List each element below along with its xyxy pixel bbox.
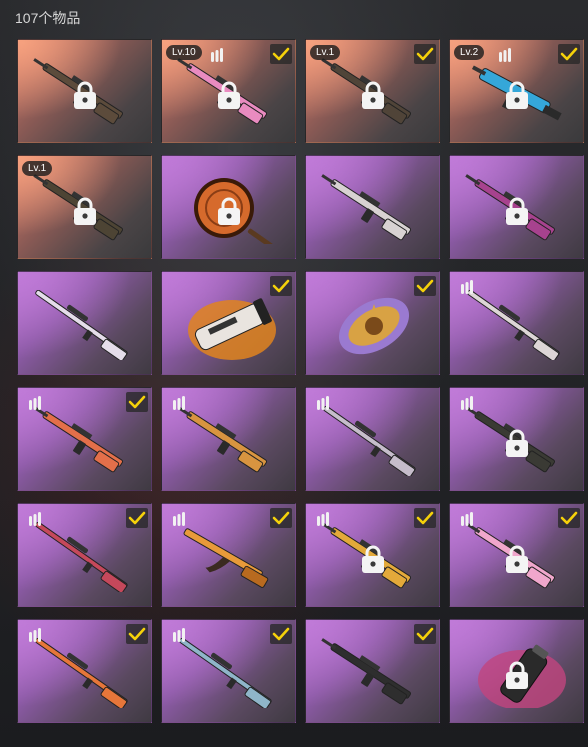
level-badge: Lv.2	[454, 45, 485, 60]
inventory-item[interactable]	[161, 271, 296, 375]
weapon-skin-image	[321, 638, 411, 705]
inventory-item[interactable]: Lv.1	[17, 155, 152, 259]
checkmark-icon[interactable]	[270, 624, 292, 644]
inventory-item[interactable]	[449, 155, 584, 259]
checkmark-icon[interactable]	[126, 624, 148, 644]
item-count-label: 107个物品	[15, 10, 81, 26]
weapon-skin-image	[179, 638, 272, 708]
weapon-skin-image	[35, 522, 128, 592]
lock-icon	[218, 81, 240, 109]
ammo-icon	[29, 396, 41, 410]
weapon-skin-image	[33, 406, 123, 473]
level-badge: Lv.1	[22, 161, 53, 176]
checkmark-icon[interactable]	[270, 44, 292, 64]
checkmark-icon[interactable]	[558, 508, 580, 528]
weapon-skin-image	[321, 174, 411, 241]
weapon-skin-image	[35, 290, 128, 360]
inventory-item[interactable]	[449, 503, 584, 607]
weapon-skin-image	[188, 298, 276, 360]
inventory-item[interactable]: Lv.10	[161, 39, 296, 143]
lock-icon	[74, 81, 96, 109]
ammo-icon	[461, 280, 473, 294]
inventory-item[interactable]	[305, 271, 440, 375]
inventory-item[interactable]	[161, 503, 296, 607]
inventory-item[interactable]: Lv.2	[449, 39, 584, 143]
lock-icon	[362, 81, 384, 109]
checkmark-icon[interactable]	[270, 508, 292, 528]
inventory-item[interactable]	[449, 271, 584, 375]
ammo-icon	[211, 48, 223, 62]
ammo-icon	[461, 512, 473, 526]
lock-icon	[362, 545, 384, 573]
lock-icon	[218, 197, 240, 225]
inventory-item[interactable]	[449, 619, 584, 723]
weapon-skin-image	[177, 406, 267, 473]
inventory-item[interactable]	[305, 155, 440, 259]
weapon-skin-image	[467, 290, 560, 360]
ammo-icon	[499, 48, 511, 62]
inventory-item[interactable]	[17, 387, 152, 491]
inventory-item[interactable]	[305, 503, 440, 607]
checkmark-icon[interactable]	[414, 44, 436, 64]
inventory-item[interactable]	[17, 619, 152, 723]
ammo-icon	[29, 628, 41, 642]
inventory-grid: Lv.10 Lv.1 Lv.2 Lv.1	[17, 39, 584, 723]
checkmark-icon[interactable]	[414, 624, 436, 644]
checkmark-icon[interactable]	[126, 392, 148, 412]
inventory-item[interactable]	[449, 387, 584, 491]
checkmark-icon[interactable]	[414, 508, 436, 528]
inventory-item[interactable]	[17, 503, 152, 607]
inventory-item[interactable]: Lv.1	[305, 39, 440, 143]
lock-icon	[506, 661, 528, 689]
weapon-skin-image	[183, 528, 269, 588]
ammo-icon	[173, 628, 185, 642]
checkmark-icon[interactable]	[126, 508, 148, 528]
lock-icon	[506, 81, 528, 109]
inventory-item[interactable]	[161, 619, 296, 723]
level-badge: Lv.10	[166, 45, 202, 60]
ammo-icon	[173, 512, 185, 526]
inventory-item[interactable]	[305, 387, 440, 491]
inventory-item[interactable]	[161, 387, 296, 491]
inventory-item[interactable]	[17, 39, 152, 143]
ammo-icon	[317, 512, 329, 526]
ammo-icon	[29, 512, 41, 526]
checkmark-icon[interactable]	[270, 276, 292, 296]
lock-icon	[506, 545, 528, 573]
level-badge: Lv.1	[310, 45, 341, 60]
ammo-icon	[317, 396, 329, 410]
checkmark-icon[interactable]	[414, 276, 436, 296]
ammo-icon	[173, 396, 185, 410]
lock-icon	[506, 197, 528, 225]
ammo-icon	[461, 396, 473, 410]
weapon-skin-image	[338, 297, 410, 355]
weapon-skin-image	[323, 406, 416, 476]
inventory-item[interactable]	[17, 271, 152, 375]
checkmark-icon[interactable]	[558, 44, 580, 64]
inventory-item[interactable]	[305, 619, 440, 723]
inventory-item[interactable]	[161, 155, 296, 259]
weapon-skin-image	[35, 638, 128, 708]
lock-icon	[506, 429, 528, 457]
lock-icon	[74, 197, 96, 225]
